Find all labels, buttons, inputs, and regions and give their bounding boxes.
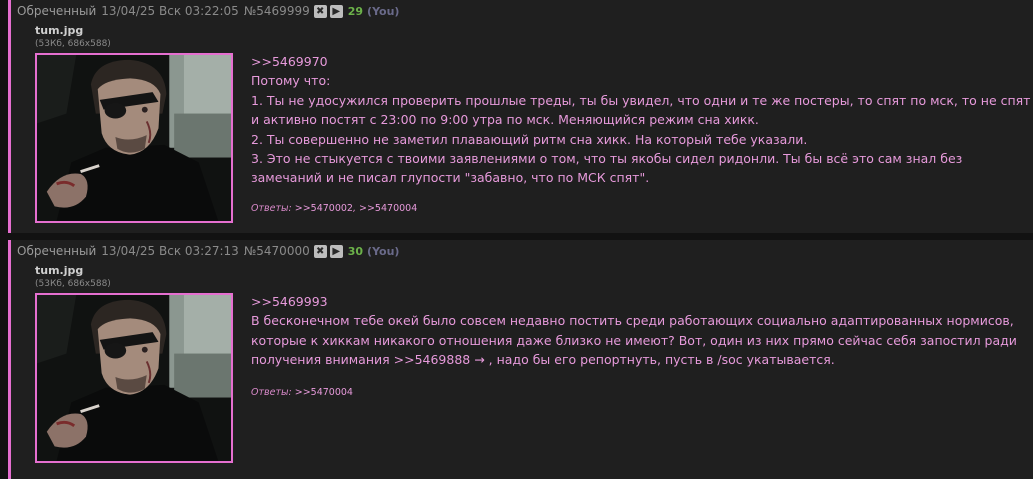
file-meta: (53Кб, 686x588) (35, 39, 111, 49)
you-badge: (You) (367, 4, 400, 18)
post-number[interactable]: №5469999 (244, 4, 310, 18)
play-icon[interactable]: ▶ (329, 4, 343, 18)
post-line: 2. Ты совершенно не заметил плавающий ри… (251, 131, 808, 147)
poster-name[interactable]: Обреченный (17, 4, 96, 18)
delete-icon[interactable]: ✖ (313, 244, 327, 258)
post-number[interactable]: №5470000 (244, 244, 310, 258)
post-header: Обреченный 13/04/25 Вск 03:22:05 №546999… (17, 3, 399, 19)
post: Обреченный 13/04/25 Вск 03:22:05 №546999… (8, 0, 1033, 233)
post-line: 1. Ты не удосужился проверить прошлые тр… (251, 92, 1031, 128)
file-name-link[interactable]: tum.jpg (35, 264, 83, 277)
reply-backlink[interactable]: >>5470004 (295, 387, 353, 398)
post-replies: Ответы: >>5470002, >>5470004 (251, 203, 418, 214)
like-count[interactable]: 30 (348, 245, 363, 258)
file-meta: (53Кб, 686x588) (35, 279, 111, 289)
post-header: Обреченный 13/04/25 Вск 03:27:13 №547000… (17, 243, 399, 259)
post-line: Потому что: (251, 73, 331, 89)
play-icon[interactable]: ▶ (329, 244, 343, 258)
reply-backlink[interactable]: >>5470004 (359, 203, 417, 214)
post-line: 3. Это не стыкуется с твоими заявлениями… (251, 151, 963, 186)
you-badge: (You) (367, 244, 400, 258)
post-date: 13/04/25 Вск 03:27:13 (101, 244, 239, 258)
post-body: >>5469993 В бесконечном тебе окей было с… (251, 292, 1031, 370)
post: Обреченный 13/04/25 Вск 03:27:13 №547000… (8, 240, 1033, 479)
post-body: >>5469970 Потому что: 1. Ты не удосужилс… (251, 52, 1031, 188)
like-count[interactable]: 29 (348, 5, 363, 18)
delete-icon[interactable]: ✖ (313, 4, 327, 18)
reply-link[interactable]: >>5469993 (251, 294, 328, 309)
post-replies: Ответы: >>5470004 (251, 387, 353, 398)
reply-link[interactable]: >>5469970 (251, 54, 328, 69)
post-date: 13/04/25 Вск 03:22:05 (101, 4, 239, 18)
post-image-thumbnail[interactable] (35, 53, 233, 223)
file-name-link[interactable]: tum.jpg (35, 24, 83, 37)
replies-label: Ответы: (251, 203, 292, 214)
post-line: В бесконечном тебе окей было совсем неда… (251, 311, 1031, 369)
replies-label: Ответы: (251, 387, 292, 398)
poster-name[interactable]: Обреченный (17, 244, 96, 258)
cross-thread-link[interactable]: >>5469888 → (394, 352, 485, 367)
post-text: , надо бы его репортнуть, пусть в /soc у… (484, 352, 835, 368)
post-image-thumbnail[interactable] (35, 293, 233, 463)
reply-backlink[interactable]: >>5470002 (295, 203, 353, 214)
